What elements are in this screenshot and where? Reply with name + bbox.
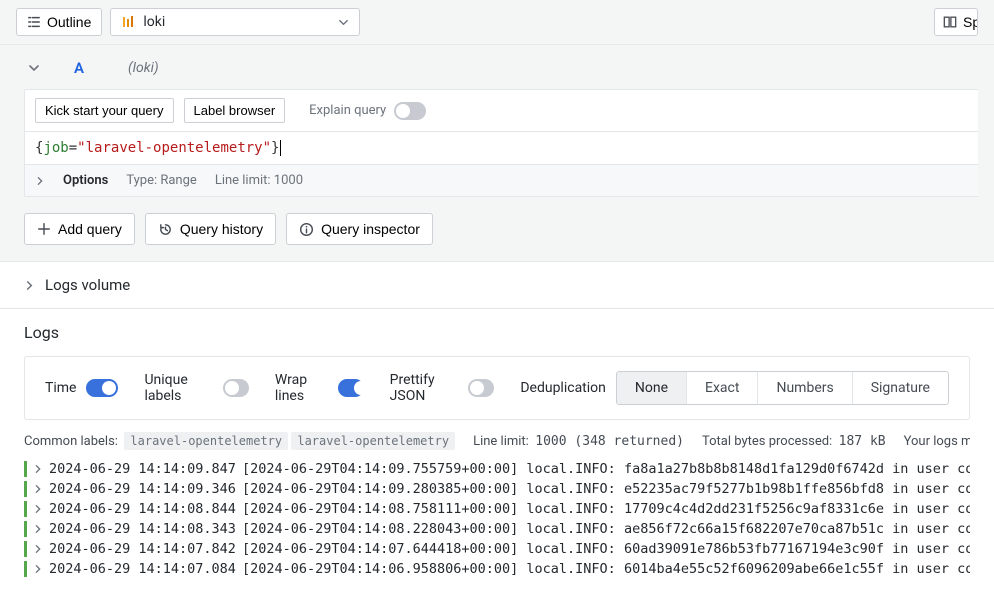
dedup-none[interactable]: None: [617, 372, 686, 404]
query-input[interactable]: {job="laravel-opentelemetry"}: [25, 131, 978, 164]
loki-icon: [121, 15, 135, 29]
log-timestamp: 2024-06-29 14:14:07.842: [49, 541, 236, 557]
chevron-down-icon: [338, 17, 349, 28]
logs-controls: Time Unique labels Wrap lines Prettify J…: [24, 356, 970, 420]
overflow-message: Your logs might have incor: [904, 434, 970, 449]
bytes-value: 187 kB: [839, 434, 886, 449]
add-query-button[interactable]: Add query: [24, 213, 135, 245]
history-icon: [158, 222, 173, 237]
explain-query-label: Explain query: [309, 103, 386, 118]
query-inspector-label: Query inspector: [321, 221, 420, 237]
prettify-json-toggle[interactable]: [468, 379, 494, 397]
log-row: 2024-06-29 14:14:08.343 [2024-06-29T04:1…: [24, 519, 970, 539]
query-letter: A: [56, 59, 84, 77]
info-icon: [299, 222, 314, 237]
log-level-bar: [24, 521, 27, 537]
logs-title: Logs: [24, 309, 970, 356]
code-key: job: [43, 140, 68, 156]
outline-icon: [27, 15, 41, 29]
add-query-label: Add query: [58, 221, 122, 237]
query-datasource-hint: (loki): [100, 60, 159, 76]
log-body: [2024-06-29T04:14:08.758111+00:00] local…: [242, 501, 970, 517]
split-label: Split: [963, 14, 978, 30]
query-inspector-button[interactable]: Query inspector: [286, 213, 433, 245]
log-expand-toggle[interactable]: [33, 504, 43, 514]
query-history-button[interactable]: Query history: [145, 213, 276, 245]
dedup-group: None Exact Numbers Signature: [616, 371, 949, 405]
prettify-json-label: Prettify JSON: [390, 372, 459, 404]
logs-list: 2024-06-29 14:14:09.847 [2024-06-29T04:1…: [24, 459, 970, 579]
line-limit-label: Line limit:: [473, 434, 529, 449]
log-expand-toggle[interactable]: [33, 544, 43, 554]
logs-volume-title: Logs volume: [45, 276, 130, 294]
time-label: Time: [45, 380, 76, 396]
log-body: [2024-06-29T04:14:07.644418+00:00] local…: [242, 541, 970, 557]
log-body: [2024-06-29T04:14:08.228043+00:00] local…: [242, 521, 970, 537]
time-toggle[interactable]: [86, 379, 118, 397]
dedup-exact[interactable]: Exact: [686, 372, 757, 404]
code-brace-open: {: [35, 140, 43, 156]
plus-icon: [37, 222, 51, 236]
dedup-signature[interactable]: Signature: [852, 372, 948, 404]
log-body: [2024-06-29T04:14:09.755759+00:00] local…: [242, 461, 970, 477]
dedup-numbers[interactable]: Numbers: [757, 372, 851, 404]
logs-volume-section: Logs volume: [0, 261, 994, 308]
unique-labels-toggle[interactable]: [223, 379, 249, 397]
query-collapse-toggle[interactable]: [28, 62, 40, 74]
logs-stats: Common labels: laravel-opentelemetry lar…: [24, 420, 970, 459]
query-type-label: Type: Range: [126, 173, 196, 188]
log-row: 2024-06-29 14:14:09.847 [2024-06-29T04:1…: [24, 459, 970, 479]
log-body: [2024-06-29T04:14:06.958806+00:00] local…: [242, 561, 970, 577]
common-label-chip: laravel-opentelemetry: [124, 432, 288, 450]
common-labels-label: Common labels:: [24, 434, 118, 449]
log-expand-toggle[interactable]: [33, 484, 43, 494]
outline-button[interactable]: Outline: [16, 8, 102, 36]
code-string: "laravel-opentelemetry": [77, 140, 271, 156]
options-label: Options: [63, 173, 108, 188]
log-timestamp: 2024-06-29 14:14:09.847: [49, 461, 236, 477]
log-expand-toggle[interactable]: [33, 464, 43, 474]
datasource-select[interactable]: loki: [110, 8, 360, 36]
options-expand-toggle[interactable]: [35, 176, 45, 186]
log-level-bar: [24, 481, 27, 497]
log-expand-toggle[interactable]: [33, 524, 43, 534]
unique-labels-label: Unique labels: [144, 372, 212, 404]
split-button[interactable]: Split: [934, 8, 978, 36]
log-expand-toggle[interactable]: [33, 564, 43, 574]
log-row: 2024-06-29 14:14:09.346 [2024-06-29T04:1…: [24, 479, 970, 499]
bytes-label: Total bytes processed:: [702, 434, 832, 449]
text-cursor: [280, 140, 281, 156]
log-body: [2024-06-29T04:14:09.280385+00:00] local…: [242, 481, 970, 497]
logs-volume-toggle[interactable]: [24, 280, 35, 291]
log-level-bar: [24, 541, 27, 557]
log-level-bar: [24, 561, 27, 577]
log-row: 2024-06-29 14:14:08.844 [2024-06-29T04:1…: [24, 499, 970, 519]
query-line-limit-label: Line limit: 1000: [215, 173, 303, 188]
explain-query-toggle[interactable]: [394, 102, 426, 120]
log-timestamp: 2024-06-29 14:14:07.084: [49, 561, 236, 577]
common-label-chip: laravel-opentelemetry: [291, 432, 455, 450]
log-row: 2024-06-29 14:14:07.842 [2024-06-29T04:1…: [24, 539, 970, 559]
label-browser-button[interactable]: Label browser: [184, 98, 286, 123]
wrap-lines-toggle[interactable]: [338, 379, 364, 397]
log-level-bar: [24, 501, 27, 517]
wrap-lines-label: Wrap lines: [275, 372, 328, 404]
kickstart-button[interactable]: Kick start your query: [35, 98, 174, 123]
log-level-bar: [24, 461, 27, 477]
log-timestamp: 2024-06-29 14:14:08.844: [49, 501, 236, 517]
split-icon: [943, 15, 957, 29]
log-timestamp: 2024-06-29 14:14:09.346: [49, 481, 236, 497]
code-eq: =: [69, 140, 77, 156]
line-limit-value: 1000 (348 returned): [535, 434, 684, 449]
datasource-name: loki: [143, 14, 165, 30]
dedup-label: Deduplication: [520, 380, 606, 396]
log-timestamp: 2024-06-29 14:14:08.343: [49, 521, 236, 537]
logs-section: Logs Time Unique labels Wrap lines Prett…: [0, 308, 994, 595]
log-row: 2024-06-29 14:14:07.084 [2024-06-29T04:1…: [24, 559, 970, 579]
code-brace-close: }: [271, 140, 279, 156]
top-toolbar: Outline loki Split: [0, 0, 994, 45]
outline-label: Outline: [47, 14, 91, 30]
query-history-label: Query history: [180, 221, 263, 237]
query-editor: A (loki) Kick start your query Label bro…: [0, 45, 994, 261]
